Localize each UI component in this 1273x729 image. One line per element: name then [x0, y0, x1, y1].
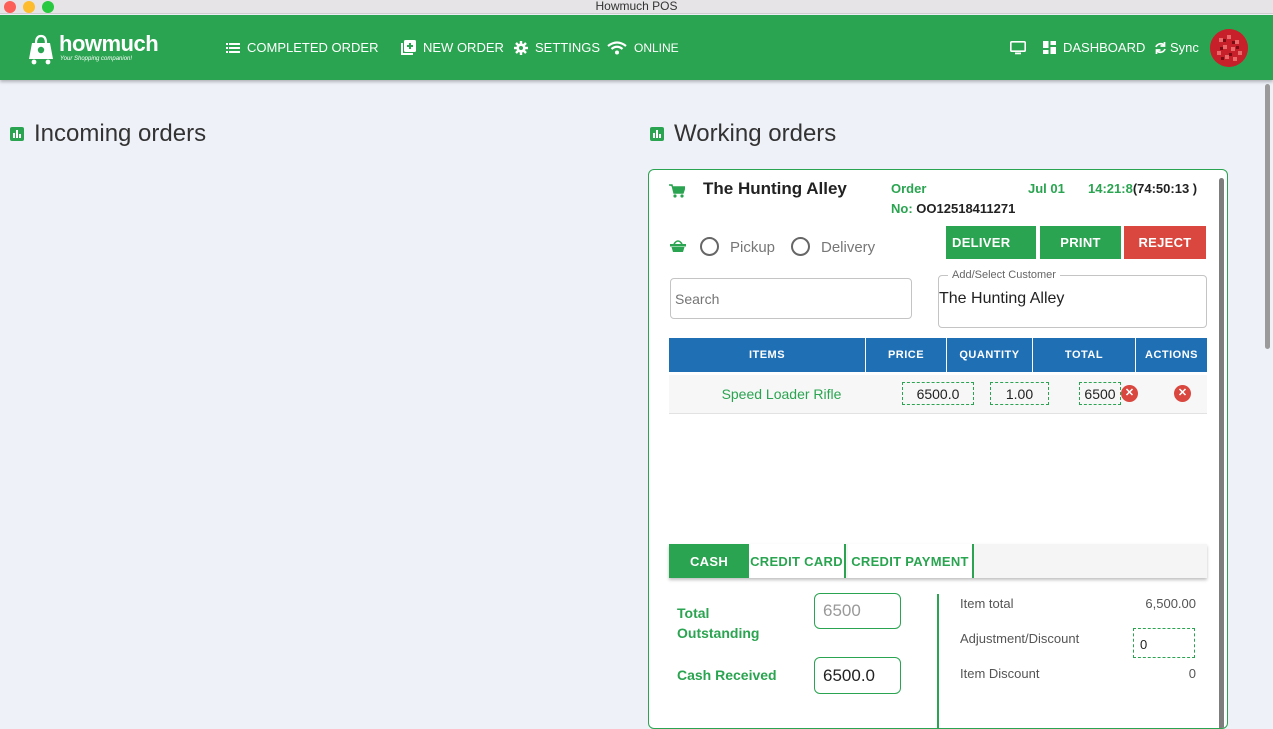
bag-logo-icon [29, 34, 53, 65]
customer-select-label: Add/Select Customer [948, 269, 1060, 281]
pickup-label: Pickup [730, 239, 776, 256]
order-date: Jul 01 [1028, 181, 1065, 196]
row-total-clear-icon[interactable]: ✕ [1121, 385, 1138, 402]
nav-dashboard-label: DASHBOARD [1063, 40, 1146, 55]
chart-icon [10, 127, 24, 141]
tab-credit-card[interactable]: CREDIT CARD [749, 544, 846, 578]
reject-button[interactable]: REJECT [1124, 226, 1206, 259]
cash-received-field[interactable]: 6500.0 [814, 657, 901, 694]
row-total-input[interactable]: 6500 [1079, 382, 1121, 405]
total-outstanding-label: Total Outstanding [677, 605, 760, 641]
row-remove-icon[interactable]: ✕ [1174, 385, 1191, 402]
th-total: TOTAL [1033, 338, 1136, 372]
table-row: Speed Loader Rifle 6500.0 1.00 6500 ✕ ✕ [669, 375, 1207, 414]
nav-sync[interactable]: Sync [1154, 15, 1199, 80]
customer-select-field[interactable]: Add/Select Customer The Hunting Alley [938, 269, 1207, 328]
brand-logo[interactable]: howmuch Your Shopping companion! [26, 31, 166, 65]
gear-icon [514, 40, 528, 55]
delivery-radio[interactable] [791, 237, 810, 256]
adjustment-input[interactable]: 0 [1133, 628, 1195, 658]
search-input[interactable] [671, 279, 911, 318]
adjustment-label: Adjustment/Discount [960, 631, 1080, 646]
nav-online-label: ONLINE [634, 40, 679, 55]
nav-completed-order[interactable]: COMPLETED ORDER [226, 15, 378, 80]
th-quantity: QUANTITY [947, 338, 1033, 372]
tab-credit-payment[interactable]: CREDIT PAYMENT [848, 544, 974, 578]
cash-received-label: Cash Received [677, 667, 777, 683]
search-field[interactable] [670, 278, 912, 319]
order-customer-name: The Hunting Alley [703, 179, 847, 198]
add-box-icon [401, 40, 416, 55]
list-icon [226, 42, 240, 53]
item-discount-label: Item Discount [960, 666, 1040, 681]
cart-icon [669, 184, 685, 198]
nav-sync-label: Sync [1170, 40, 1199, 55]
tab-cash[interactable]: CASH [669, 544, 749, 578]
sync-icon [1154, 41, 1167, 55]
order-time-value: 14:21:8 [1088, 181, 1133, 196]
nav-settings-label: SETTINGS [535, 40, 601, 55]
row-item-name: Speed Loader Rifle [721, 386, 842, 402]
th-price: PRICE [866, 338, 947, 372]
th-actions: ACTIONS [1136, 338, 1207, 372]
card-scrollbar[interactable] [1219, 178, 1224, 728]
nav-new-order-label: NEW ORDER [423, 40, 504, 55]
nav-settings[interactable]: SETTINGS [514, 15, 600, 80]
avatar-pattern-icon [1210, 29, 1248, 67]
monitor-button[interactable] [1010, 15, 1026, 80]
working-orders-title: Working orders [650, 120, 836, 148]
top-navbar: howmuch Your Shopping companion! COMPLET… [0, 15, 1273, 80]
order-card: The Hunting Alley Order No: OO1251841127… [648, 169, 1228, 729]
brand-tagline: Your Shopping companion! [60, 56, 133, 62]
window-title: Howmuch POS [595, 0, 678, 13]
order-no-label: No: [891, 201, 913, 216]
total-outstanding-field[interactable]: 6500 [814, 593, 901, 629]
working-orders-label: Working orders [674, 120, 837, 147]
wifi-icon [607, 40, 627, 55]
nav-online-status[interactable]: ONLINE [607, 15, 679, 80]
item-total-value: 6,500.00 [1145, 596, 1196, 611]
nav-new-order[interactable]: NEW ORDER [401, 15, 504, 80]
nav-completed-order-label: COMPLETED ORDER [247, 40, 379, 55]
incoming-orders-title: Incoming orders [10, 120, 206, 148]
deliver-button[interactable]: DELIVER [946, 226, 1036, 259]
nav-dashboard[interactable]: DASHBOARD [1043, 15, 1145, 80]
pickup-radio[interactable] [700, 237, 719, 256]
order-label: Order [891, 181, 927, 196]
brand-name: howmuch [59, 31, 159, 56]
th-items: ITEMS [669, 338, 866, 372]
chart-icon [650, 127, 664, 141]
item-total-label: Item total [960, 596, 1014, 611]
window-titlebar: Howmuch POS [0, 0, 1273, 14]
row-quantity-input[interactable]: 1.00 [990, 382, 1049, 405]
summary-divider [937, 594, 939, 728]
order-time: 14:21:8(74:50:13 ) [1088, 181, 1197, 196]
user-avatar[interactable] [1210, 29, 1248, 67]
delivery-label: Delivery [821, 239, 876, 256]
item-discount-value: 0 [1188, 666, 1196, 681]
print-button[interactable]: PRINT [1040, 226, 1121, 259]
monitor-icon [1010, 40, 1026, 55]
row-price-input[interactable]: 6500.0 [902, 382, 974, 405]
order-elapsed: (74:50:13 ) [1132, 181, 1198, 196]
dashboard-icon [1043, 41, 1056, 54]
customer-select-value: The Hunting Alley [939, 290, 1065, 307]
order-no-value: OO12518411271 [916, 201, 1016, 216]
order-number: No: OO12518411271 [891, 201, 1015, 216]
incoming-orders-label: Incoming orders [34, 120, 207, 147]
basket-icon [670, 240, 686, 252]
page-scrollbar[interactable] [1265, 84, 1270, 349]
